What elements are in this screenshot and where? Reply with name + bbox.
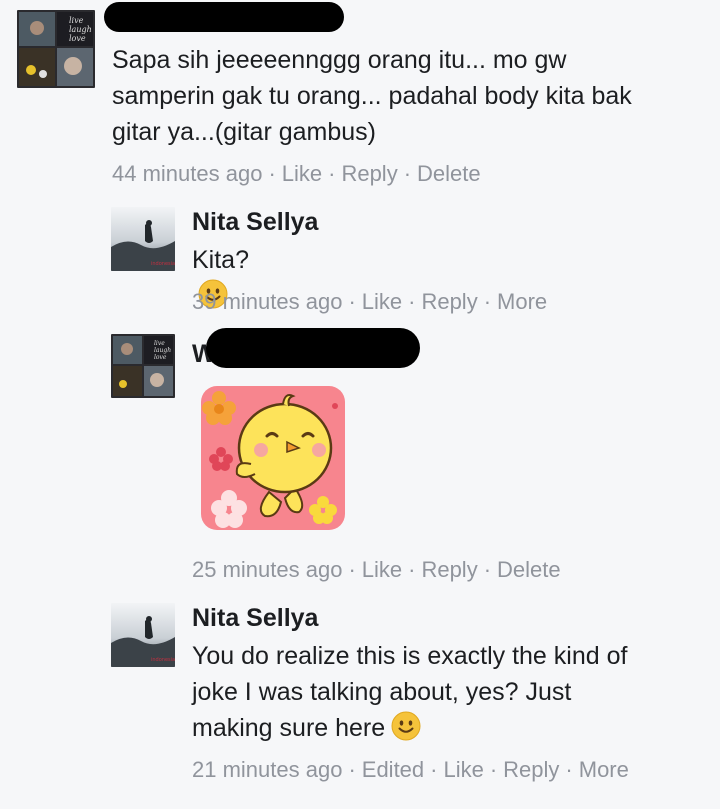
comment-text-line: You do realize this is exactly the kind …	[192, 642, 628, 670]
like-button[interactable]: Like	[362, 289, 402, 314]
comment-time: 25 minutes ago	[192, 557, 343, 582]
avatar[interactable]: indonesia	[111, 207, 175, 271]
reply-button[interactable]: Reply	[503, 757, 559, 782]
comment-text-line-last: making sure here	[192, 710, 712, 746]
avatar-text-line: laugh	[69, 25, 92, 34]
separator-dot: ·	[408, 557, 416, 582]
svg-text:indonesia: indonesia	[151, 657, 175, 663]
reply-button[interactable]: Reply	[421, 557, 477, 582]
comment-meta: 44 minutes ago · Like · Reply · Delete	[112, 161, 481, 187]
redacted-author-name	[104, 2, 344, 32]
comment-time: 39 minutes ago	[192, 289, 343, 314]
comment-time: 44 minutes ago	[112, 161, 263, 186]
avatar-text-line: live	[154, 340, 165, 347]
comment-author[interactable]: Nita Sellya	[192, 604, 318, 633]
more-button[interactable]: More	[579, 757, 629, 782]
delete-button[interactable]: Delete	[497, 557, 561, 582]
avatar-photo-icon: live laugh love	[111, 334, 175, 398]
avatar[interactable]: live laugh love	[17, 10, 95, 88]
avatar[interactable]: indonesia	[111, 603, 175, 667]
separator-dot: ·	[565, 757, 573, 782]
comment-text: You do realize this is exactly the kind …	[192, 638, 712, 746]
separator-dot: ·	[483, 289, 492, 314]
separator-dot: ·	[403, 161, 412, 186]
comment-text: Kita?	[192, 246, 249, 274]
separator-dot: ·	[348, 557, 356, 582]
avatar-text-line: love	[69, 34, 86, 43]
comment-text: Sapa sih jeeeeennggg orang itu... mo gw …	[112, 46, 632, 146]
like-button[interactable]: Like	[282, 161, 322, 186]
comment-text-line: joke I was talking about, yes? Just	[192, 678, 572, 706]
separator-dot: ·	[268, 161, 276, 186]
separator-dot: ·	[483, 557, 492, 582]
avatar-text-line: live	[69, 16, 84, 25]
avatar-photo-icon: indonesia	[111, 207, 175, 271]
delete-button[interactable]: Delete	[417, 161, 481, 186]
edited-label[interactable]: Edited	[362, 757, 424, 782]
comment-text-fragment: making sure here	[192, 714, 386, 742]
reply-button[interactable]: Reply	[421, 289, 477, 314]
smiley-emoji-icon	[391, 711, 421, 741]
comment-meta: 39 minutes ago · Like · Reply · More	[192, 289, 547, 315]
comment-meta: 25 minutes ago · Like · Reply · Delete	[192, 557, 561, 583]
avatar[interactable]: live laugh love	[111, 334, 175, 398]
svg-text:indonesia: indonesia	[151, 261, 175, 267]
avatar-photo-icon: indonesia	[111, 603, 175, 667]
reply-button[interactable]: Reply	[341, 161, 397, 186]
redacted-author-name	[206, 328, 420, 368]
separator-dot: ·	[328, 161, 336, 186]
chick-sticker-icon[interactable]	[199, 384, 347, 532]
comment-time: 21 minutes ago	[192, 757, 343, 782]
avatar-photo-icon: live laugh love	[17, 10, 95, 88]
separator-dot: ·	[348, 757, 356, 782]
avatar-text-line: laugh	[154, 347, 171, 354]
like-button[interactable]: Like	[362, 557, 402, 582]
more-button[interactable]: More	[497, 289, 547, 314]
separator-dot: ·	[430, 757, 438, 782]
avatar-text-line: love	[154, 354, 167, 361]
comment-author[interactable]: Nita Sellya	[192, 208, 318, 237]
separator-dot: ·	[408, 289, 416, 314]
like-button[interactable]: Like	[443, 757, 483, 782]
comment-meta: 21 minutes ago · Edited · Like · Reply · More	[192, 757, 629, 783]
separator-dot: ·	[489, 757, 498, 782]
separator-dot: ·	[348, 289, 356, 314]
